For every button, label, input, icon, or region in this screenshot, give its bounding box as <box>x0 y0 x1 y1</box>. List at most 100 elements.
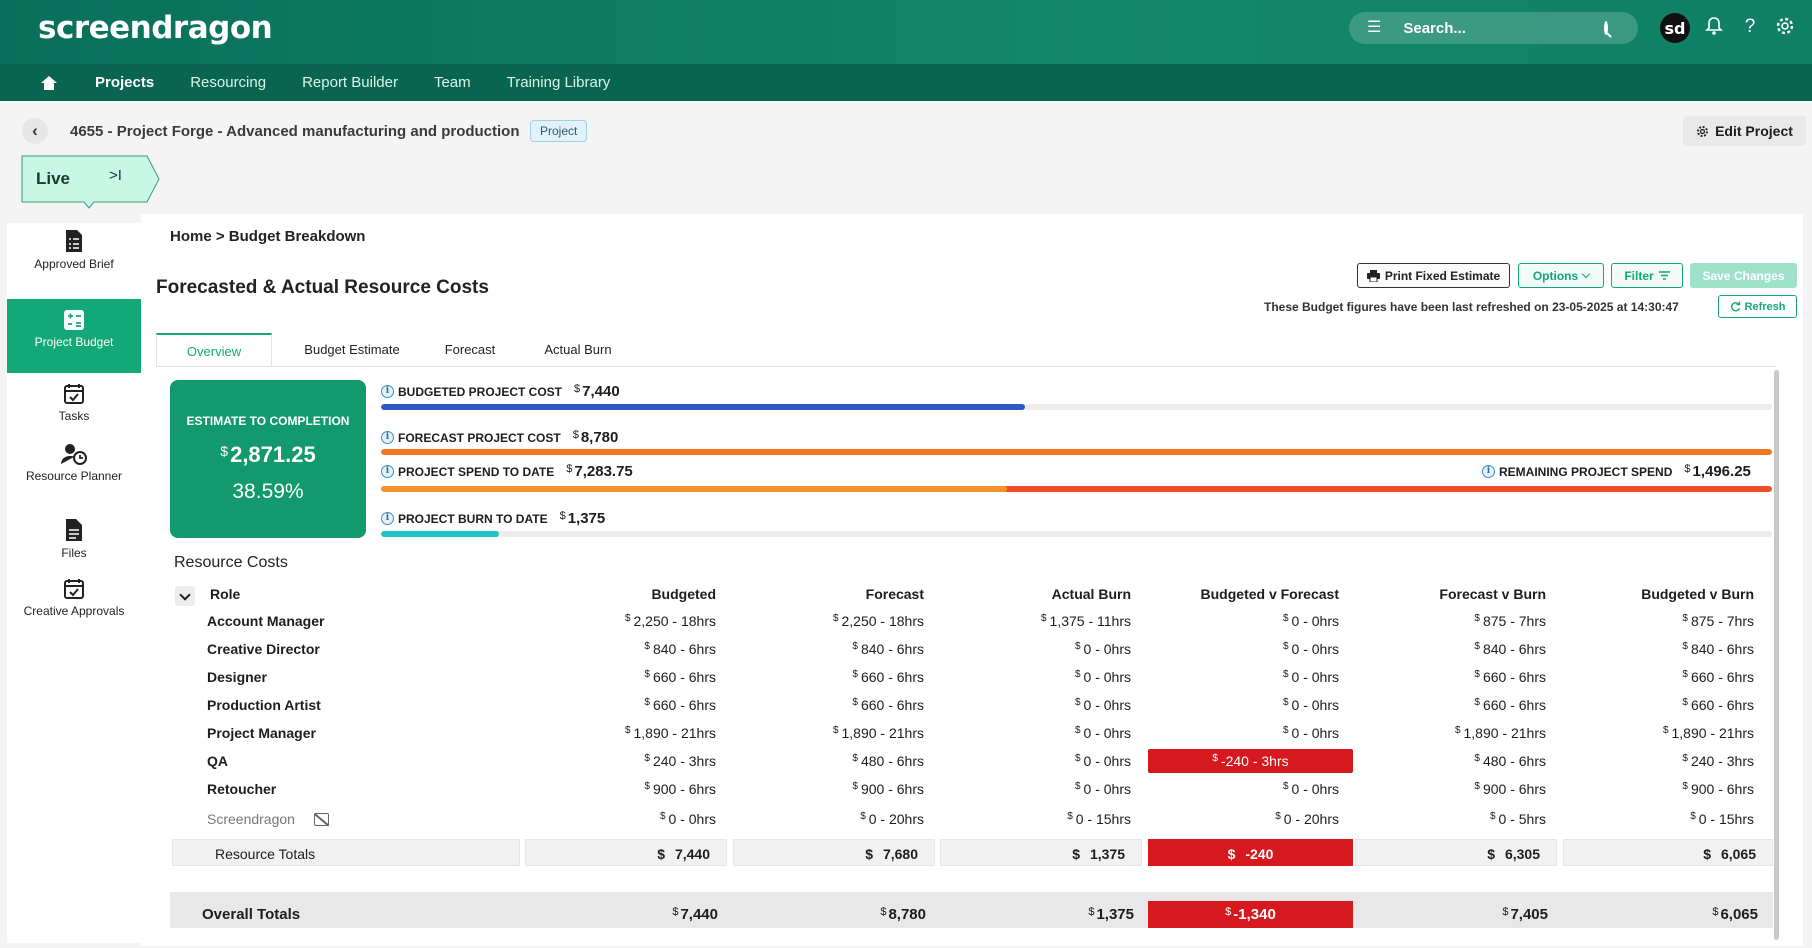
cell-budgeted-v-burn: $660 - 6hrs <box>1682 697 1754 713</box>
overall-forecast: $8,780 <box>880 906 926 923</box>
resource-costs-title: Resource Costs <box>174 554 288 571</box>
back-button[interactable]: ‹ <box>22 118 48 144</box>
document-checklist-icon <box>66 230 82 252</box>
filter-lines-icon <box>1658 271 1670 280</box>
row-role-4: Project Manager <box>207 725 316 741</box>
row-role-7: Screendragon <box>207 811 295 827</box>
row-role-5: QA <box>207 753 228 769</box>
cell-budgeted: $1,890 - 21hrs <box>624 725 716 741</box>
budgeted-cost-bar <box>381 404 1772 410</box>
tab-overview[interactable]: Overview <box>156 333 272 367</box>
page-title: Forecasted & Actual Resource Costs <box>156 277 489 298</box>
metric-value: $7,283.75 <box>566 463 633 480</box>
cell-forecast: $2,250 - 18hrs <box>832 613 924 629</box>
metric-label: BUDGETED PROJECT COST <box>398 384 563 399</box>
cell-forecast: $660 - 6hrs <box>852 669 924 685</box>
overall-totals-label: Overall Totals <box>202 906 301 923</box>
breadcrumb-home[interactable]: Home <box>170 228 212 245</box>
print-fixed-estimate-button[interactable]: Print Fixed Estimate <box>1357 263 1510 288</box>
metric-label: FORECAST PROJECT COST <box>398 430 561 445</box>
cell-budgeted: $660 - 6hrs <box>644 669 716 685</box>
row-role-6: Retoucher <box>207 781 277 797</box>
sidebar-item-project-budget[interactable]: Project Budget <box>7 299 141 373</box>
user-clock-icon <box>61 444 87 465</box>
options-dropdown[interactable]: Options <box>1518 263 1604 288</box>
cell-forecast: $480 - 6hrs <box>852 753 924 769</box>
cell-actual-burn: $0 - 0hrs <box>1074 725 1131 741</box>
print-label: Print Fixed Estimate <box>1384 268 1501 283</box>
breadcrumb-current: Budget Breakdown <box>228 228 366 245</box>
sidebar-item-approved-brief[interactable]: Approved Brief <box>7 229 141 291</box>
total-budgeted-v-burn: $ 6,065 <box>1563 839 1773 866</box>
tab-actual-burn[interactable]: Actual Burn <box>508 333 648 367</box>
cell-actual-burn: $0 - 0hrs <box>1074 641 1131 657</box>
info-icon[interactable]: i <box>381 465 394 478</box>
tab-budget-estimate[interactable]: Budget Estimate <box>272 333 432 367</box>
filter-button[interactable]: Filter <box>1611 263 1683 288</box>
nav-resourcing[interactable]: Resourcing <box>190 74 266 91</box>
home-icon[interactable] <box>41 75 57 90</box>
info-icon[interactable]: i <box>381 431 394 444</box>
cell-budgeted-v-burn: $0 - 15hrs <box>1690 811 1754 827</box>
save-changes-button[interactable]: Save Changes <box>1690 263 1797 288</box>
collapse-toggle-icon[interactable]: >I <box>109 167 122 184</box>
calculator-icon <box>64 310 84 330</box>
nav-training-library[interactable]: Training Library <box>507 74 611 91</box>
spend-remaining-bar <box>381 486 1772 492</box>
nav-projects[interactable]: Projects <box>95 74 154 91</box>
search-input[interactable] <box>1403 19 1605 37</box>
column-header-budgeted-v-forecast[interactable]: Budgeted v Forecast <box>1140 586 1339 602</box>
project-burn-to-date-metric: i PROJECT BURN TO DATE $1,375 <box>381 510 605 527</box>
row-role-0: Account Manager <box>207 613 325 629</box>
info-icon[interactable]: i <box>381 385 394 398</box>
bell-icon[interactable] <box>1703 16 1725 42</box>
collapse-chevron-icon[interactable] <box>175 586 195 606</box>
hamburger-icon[interactable]: ☰ <box>1367 20 1381 36</box>
vertical-scrollbar[interactable] <box>1774 370 1779 940</box>
total-budgeted: $ 7,440 <box>525 839 727 866</box>
file-icon <box>66 519 82 541</box>
last-refreshed-text: These Budget figures have been last refr… <box>1264 300 1679 314</box>
overall-forecast-v-burn: $7,405 <box>1502 906 1548 923</box>
user-avatar[interactable]: sd <box>1660 13 1690 43</box>
column-header-budgeted-v-burn[interactable]: Budgeted v Burn <box>1560 586 1754 602</box>
metric-value: $1,496.25 <box>1684 463 1751 480</box>
screendragon-logo[interactable]: screendragon <box>38 10 273 46</box>
global-search[interactable]: ☰ <box>1349 12 1638 44</box>
column-header-budgeted[interactable]: Budgeted <box>600 586 716 602</box>
hidden-calendar-icon[interactable] <box>314 813 330 827</box>
cell-budgeted-v-forecast: $0 - 0hrs <box>1282 613 1339 629</box>
column-header-actual-burn[interactable]: Actual Burn <box>985 586 1131 602</box>
sidebar-item-resource-planner[interactable]: Resource Planner <box>7 443 141 505</box>
sidebar-item-files[interactable]: Files <box>7 518 141 568</box>
sidebar-item-creative-approvals[interactable]: Creative Approvals <box>7 578 141 640</box>
cell-actual-burn: $0 - 0hrs <box>1074 753 1131 769</box>
gear-icon[interactable] <box>1774 16 1796 42</box>
nav-team[interactable]: Team <box>434 74 471 91</box>
nav-report-builder[interactable]: Report Builder <box>302 74 398 91</box>
column-header-role[interactable]: Role <box>210 586 240 602</box>
cell-forecast: $1,890 - 21hrs <box>832 725 924 741</box>
info-icon[interactable]: i <box>1482 465 1495 478</box>
overall-budgeted-v-forecast: $ -1,340 <box>1225 906 1276 923</box>
row-role-3: Production Artist <box>207 697 321 713</box>
cell-forecast-v-burn: $660 - 6hrs <box>1474 697 1546 713</box>
cell-actual-burn: $0 - 0hrs <box>1074 669 1131 685</box>
gear-icon <box>1697 125 1709 137</box>
project-status-chevron[interactable]: Live >I <box>21 155 160 209</box>
tab-forecast[interactable]: Forecast <box>432 333 508 367</box>
help-icon[interactable]: ? <box>1739 16 1761 38</box>
cell-budgeted-v-forecast: $ -240 - 3hrs <box>1148 749 1353 773</box>
forecast-project-cost-metric: i FORECAST PROJECT COST $8,780 <box>381 429 618 446</box>
sidebar-item-tasks[interactable]: Tasks <box>7 383 141 433</box>
refresh-button[interactable]: Refresh <box>1718 295 1797 318</box>
cell-budgeted-v-forecast: $0 - 0hrs <box>1282 781 1339 797</box>
column-header-forecast[interactable]: Forecast <box>808 586 924 602</box>
column-header-forecast-v-burn[interactable]: Forecast v Burn <box>1360 586 1546 602</box>
info-icon[interactable]: i <box>381 512 394 525</box>
search-icon[interactable] <box>1604 21 1609 35</box>
cell-forecast: $660 - 6hrs <box>852 697 924 713</box>
edit-project-button[interactable]: Edit Project <box>1683 116 1806 146</box>
top-header: screendragon ☰ sd ? <box>0 0 1812 64</box>
cell-forecast-v-burn: $875 - 7hrs <box>1474 613 1546 629</box>
